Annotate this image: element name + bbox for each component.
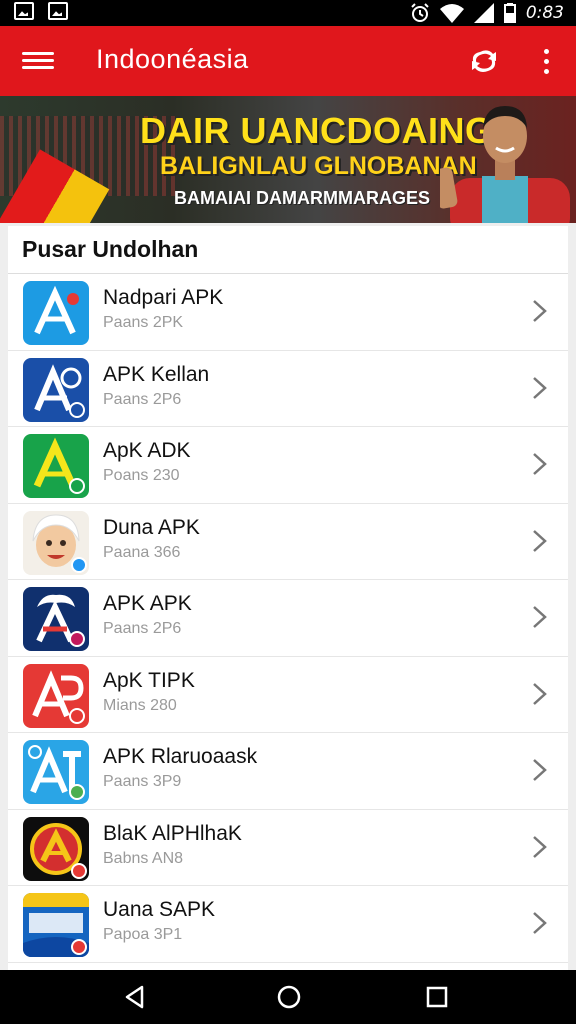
status-bar: 0:83 [0,0,576,26]
item-name: APK Kellan [103,362,210,386]
list-item[interactable]: ApK TIPK Mians 280 [8,657,568,733]
item-subtitle: Paans 3P9 [103,773,182,790]
item-name: ApK TIPK [103,668,195,692]
app-bar: Indoonéasia [0,26,576,96]
home-icon[interactable] [276,984,302,1010]
system-icons: 0:83 [410,2,564,24]
a-icon-blue [23,281,89,345]
signal-icon [473,3,494,23]
item-name: Duna APK [103,515,200,539]
navigation-bar [0,970,576,1024]
list-item[interactable]: BlaK AlPHlhaK Babns AN8 [8,810,568,886]
section-title: Pusar Undolhan [8,226,568,274]
more-vert-icon[interactable] [536,46,556,76]
list-item[interactable]: Nadpari APK Paans 2PK [8,274,568,351]
chevron-right-icon [533,453,547,475]
chevron-right-icon [533,759,547,781]
image-icon [14,2,34,20]
item-name: APK Rlaruoaask [103,745,258,768]
app-title: Indoonéasia [96,44,249,74]
a-icon-green [23,434,89,498]
item-name: APK APK [103,592,192,615]
list-item[interactable]: Duna APK Paana 366 [8,504,568,580]
back-icon[interactable] [122,984,148,1010]
item-subtitle: Paans 2P6 [103,620,182,637]
list-item[interactable]: APK Kellan Paans 2P6 [8,351,568,427]
item-name: ApK ADK [103,439,191,462]
sync-icon[interactable] [466,44,502,78]
notification-icons [14,2,68,20]
item-subtitle: Paana 366 [103,543,181,561]
downloads-card: Pusar Undolhan Nadpari APK Paans 2PK APK… [8,226,568,971]
a-icon-black [23,816,89,881]
item-subtitle: Mians 280 [103,696,177,714]
item-subtitle: Babns AN8 [103,849,184,867]
item-name: BlaK AlPHlhaK [103,821,242,845]
banner-subheadline: BALIGNLAU GLNOBANAN [160,152,477,180]
item-name: Nadpari APK [103,286,224,309]
recent-apps-icon[interactable] [426,986,448,1008]
item-subtitle: Papoa 3P1 [103,926,183,943]
a-icon-navy [23,357,89,422]
wifi-icon [439,4,464,23]
chevron-right-icon [533,376,547,399]
list-item[interactable]: Uana SAPK Papoa 3P1 [8,886,568,963]
item-subtitle: Paans 2PK [103,314,184,331]
menu-icon[interactable] [22,48,54,74]
promo-banner[interactable]: DAIR UANCDOAING BALIGNLAU GLNOBANAN BAMA… [0,96,576,223]
chevron-right-icon [533,682,547,705]
alarm-icon [411,3,429,22]
list-item[interactable]: APK APK Paans 2P6 [8,580,568,657]
banner-tagline: BAMAIAI DAMARMMARAGES [174,188,430,208]
item-name: Uana SAPK [103,898,216,921]
chevron-right-icon [533,606,547,628]
a-icon-darkblue [23,587,89,651]
banner-icon [23,893,89,957]
list-item[interactable]: APK Rlaruoaask Paans 3P9 [8,733,568,810]
chevron-right-icon [533,300,547,322]
chevron-right-icon [533,912,547,934]
chevron-right-icon [533,835,547,858]
chevron-right-icon [533,529,547,552]
a-icon-lightblue [23,740,89,804]
item-subtitle: Poans 230 [103,467,180,484]
list-item[interactable]: ApK ADK Poans 230 [8,427,568,504]
item-subtitle: Paans 2P6 [103,390,182,408]
a-icon-red [23,663,89,728]
battery-icon [503,3,516,23]
person-image [440,106,570,223]
clock: 0:83 [525,3,564,23]
avatar-icon [23,510,89,575]
gallery-icon [48,2,68,20]
